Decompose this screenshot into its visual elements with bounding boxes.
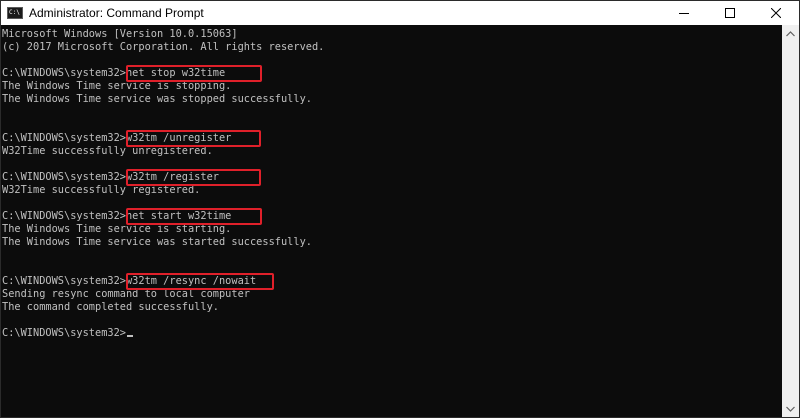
command-prompt-window: C:\ Administrator: Command Prompt Micros… [0, 0, 800, 418]
scroll-up-button[interactable] [782, 25, 799, 42]
highlight-w32tm-unregister [126, 130, 261, 147]
highlight-net-start-w32time [126, 208, 262, 225]
chevron-up-icon [786, 30, 795, 36]
console-output[interactable]: Microsoft Windows [Version 10.0.15063] (… [1, 25, 782, 417]
title-bar[interactable]: C:\ Administrator: Command Prompt [1, 1, 799, 25]
console-line: The Windows Time service was started suc… [2, 236, 312, 248]
console-line: The Windows Time service was stopped suc… [2, 93, 312, 105]
vertical-scrollbar[interactable] [782, 25, 799, 417]
chevron-down-icon [786, 406, 795, 412]
minimize-button[interactable] [661, 1, 707, 25]
text-cursor [127, 335, 133, 337]
minimize-icon [679, 13, 689, 14]
maximize-icon [725, 8, 735, 18]
close-icon [771, 8, 781, 18]
window-controls [661, 1, 799, 25]
console-line: Microsoft Windows [Version 10.0.15063] [2, 28, 238, 40]
window-title: Administrator: Command Prompt [29, 6, 204, 20]
highlight-w32tm-register [126, 169, 261, 186]
console-line: (c) 2017 Microsoft Corporation. All righ… [2, 41, 325, 53]
highlight-w32tm-resync [126, 273, 274, 290]
close-button[interactable] [753, 1, 799, 25]
highlight-net-stop-w32time [126, 65, 262, 82]
console-line: The command completed successfully. [2, 301, 219, 313]
prompt-line: C:\WINDOWS\system32> [2, 327, 133, 340]
maximize-button[interactable] [707, 1, 753, 25]
scroll-down-button[interactable] [782, 400, 799, 417]
command-prompt-icon: C:\ [7, 7, 23, 19]
prompt-text: C:\WINDOWS\system32> [2, 327, 126, 339]
